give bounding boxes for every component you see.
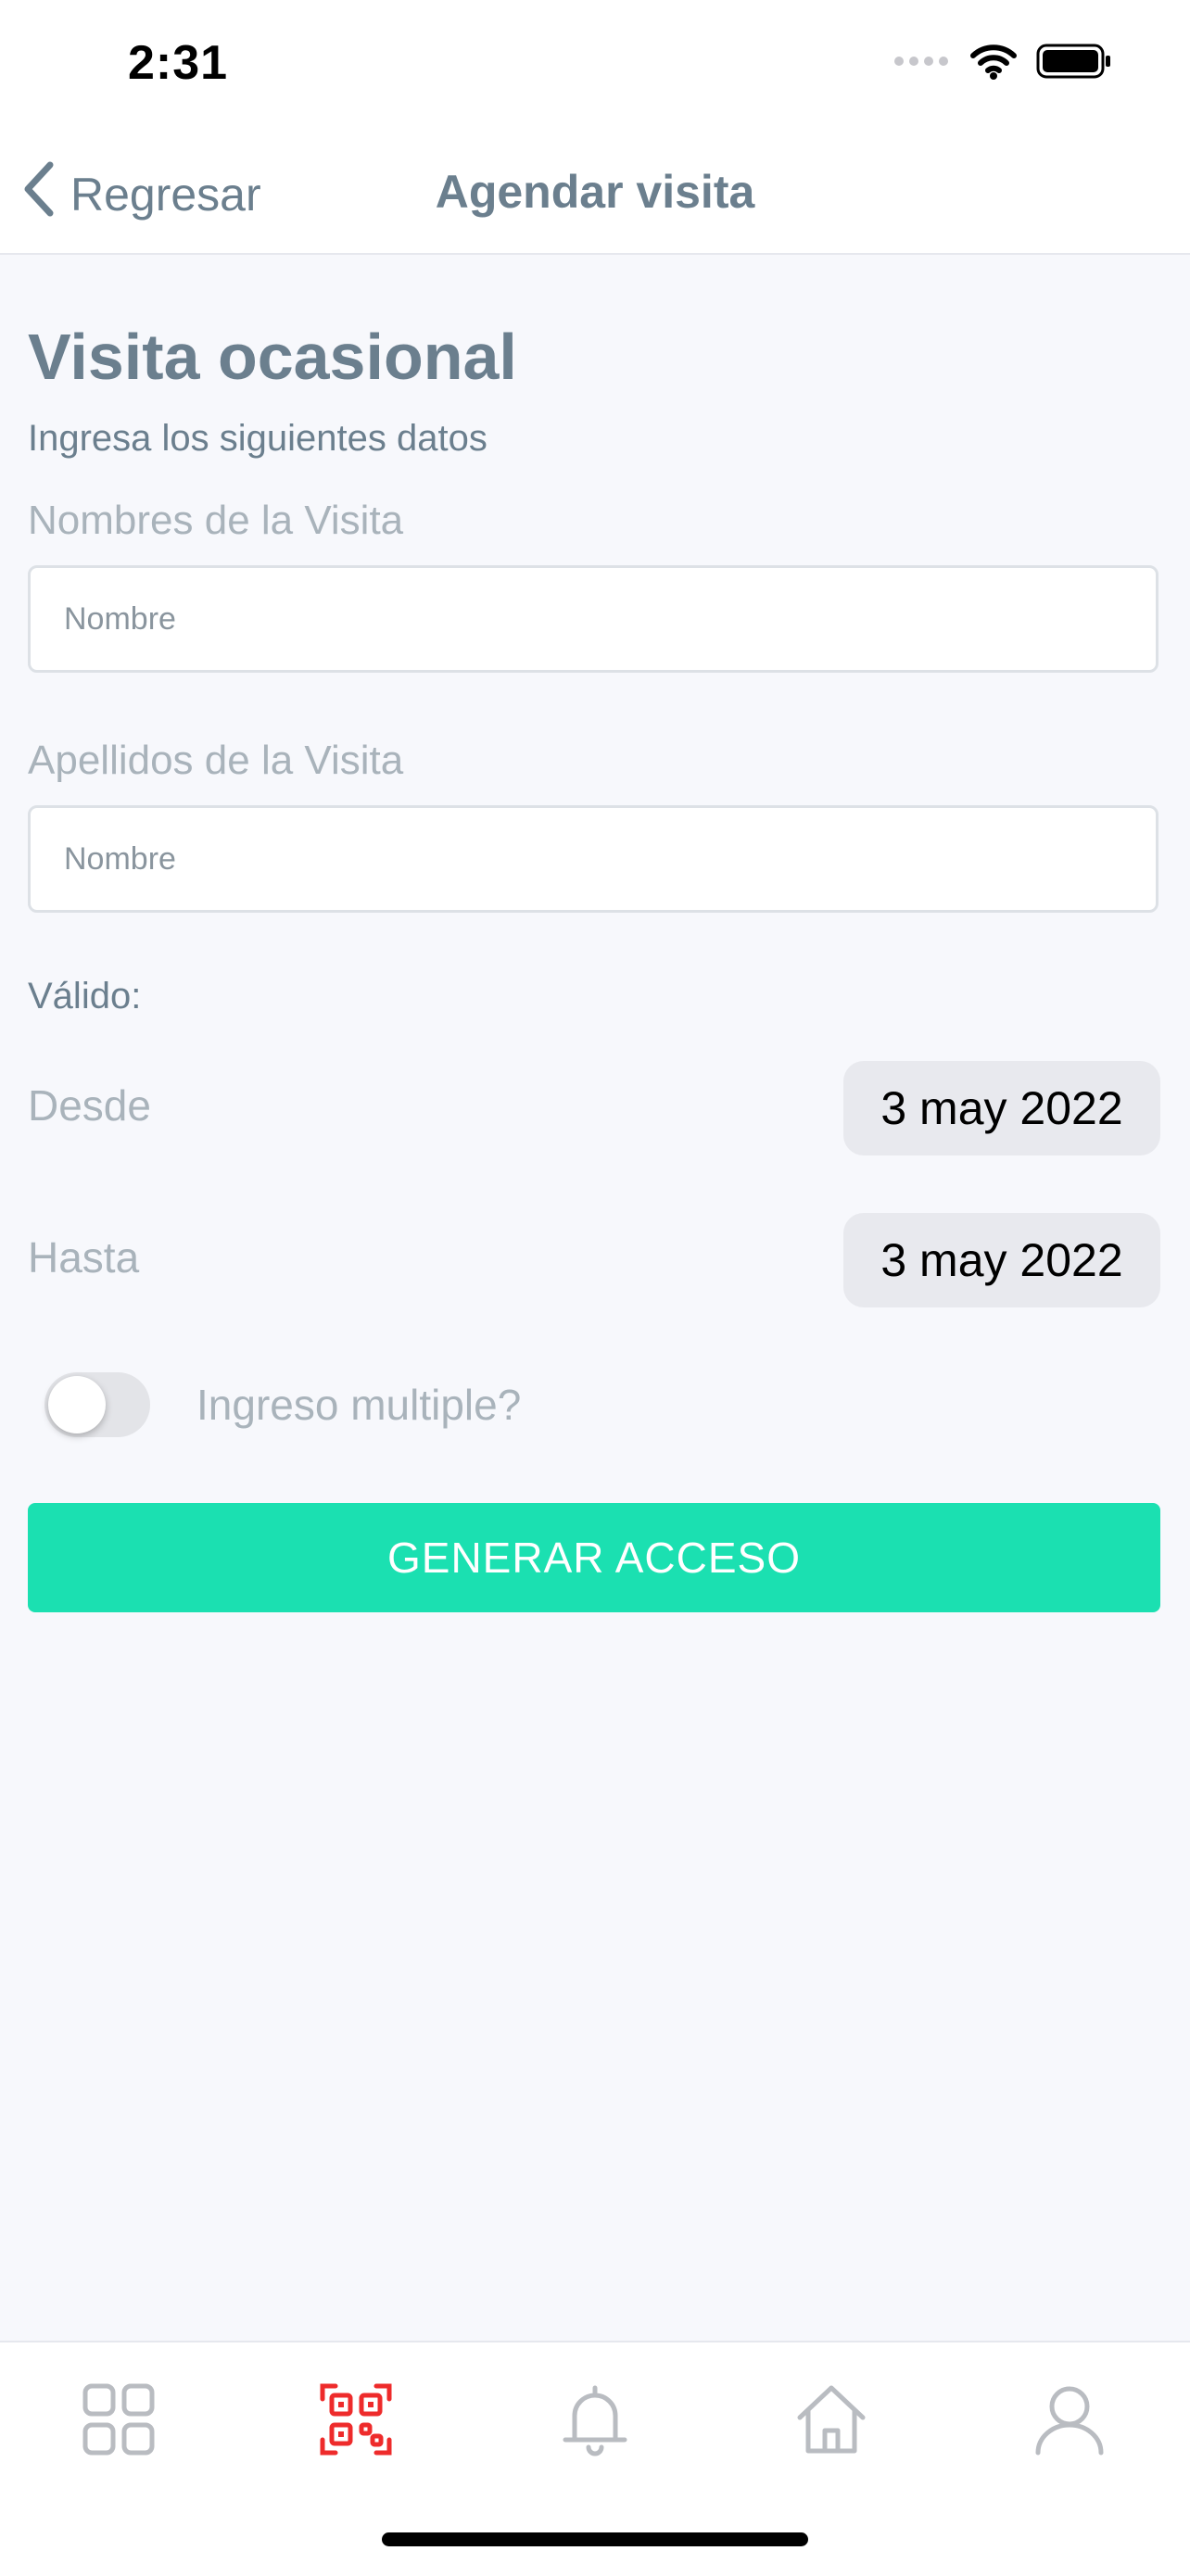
user-icon xyxy=(1032,2382,1107,2461)
last-name-input[interactable] xyxy=(28,805,1158,913)
valid-label: Válido: xyxy=(28,976,142,1017)
to-date-picker[interactable]: 3 may 2022 xyxy=(843,1213,1160,1307)
page-subtitle: Ingresa los siguientes datos xyxy=(28,418,487,459)
multiple-entry-toggle[interactable] xyxy=(44,1372,150,1437)
tab-qr-access[interactable] xyxy=(314,2380,398,2463)
nav-title: Agendar visita xyxy=(435,166,755,218)
to-date-label: Hasta xyxy=(28,1233,140,1282)
status-time: 2:31 xyxy=(128,36,229,90)
grid-icon xyxy=(82,2382,156,2461)
last-name-label: Apellidos de la Visita xyxy=(28,738,404,783)
tab-notifications[interactable] xyxy=(553,2380,637,2463)
home-icon xyxy=(794,2382,868,2461)
first-name-input[interactable] xyxy=(28,565,1158,673)
battery-icon xyxy=(1036,43,1112,84)
status-icons xyxy=(893,43,1112,84)
first-name-label: Nombres de la Visita xyxy=(28,498,404,543)
status-bar: 2:31 xyxy=(0,0,1190,130)
from-date-label: Desde xyxy=(28,1081,151,1130)
from-date-picker[interactable]: 3 may 2022 xyxy=(843,1061,1160,1155)
home-indicator xyxy=(382,2532,808,2546)
qr-code-icon xyxy=(319,2382,393,2461)
wifi-icon xyxy=(969,43,1018,84)
tab-dashboard[interactable] xyxy=(77,2380,160,2463)
toggle-knob xyxy=(48,1376,106,1433)
multiple-entry-label: Ingreso multiple? xyxy=(196,1381,522,1429)
bell-icon xyxy=(558,2382,632,2461)
page-title: Visita ocasional xyxy=(28,321,517,393)
generate-access-button[interactable]: GENERAR ACCESO xyxy=(28,1503,1160,1612)
navigation-bar: Regresar Agendar visita xyxy=(0,130,1190,255)
tab-profile[interactable] xyxy=(1028,2380,1111,2463)
tab-home[interactable] xyxy=(790,2380,873,2463)
cellular-signal-icon xyxy=(893,55,951,72)
